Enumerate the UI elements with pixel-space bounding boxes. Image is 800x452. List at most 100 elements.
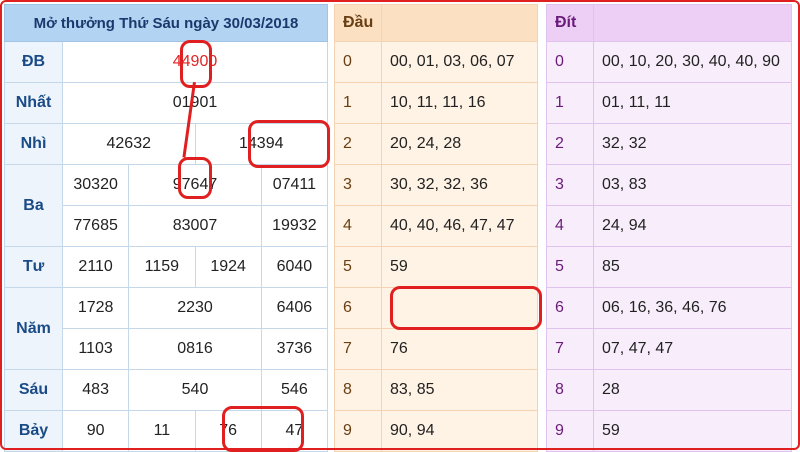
prize-value: 2110 xyxy=(61,246,130,288)
numbers: 90, 94 xyxy=(381,410,538,452)
prize-value: 11 xyxy=(128,410,196,452)
dit-row: 1 01, 11, 11 xyxy=(546,82,792,124)
numbers: 30, 32, 32, 36 xyxy=(381,164,538,206)
numbers: 00, 01, 03, 06, 07 xyxy=(381,41,538,83)
numbers: 03, 83 xyxy=(593,164,792,206)
dit-row: 5 85 xyxy=(546,246,792,288)
prize-label: Ba xyxy=(4,164,63,247)
numbers: 01, 11, 11 xyxy=(593,82,792,124)
dit-row: 3 03, 83 xyxy=(546,164,792,206)
prize-value: 47 xyxy=(260,410,329,452)
dau-header-blank xyxy=(381,4,538,42)
tail-digit: 7 xyxy=(546,328,594,370)
prize-value: 1728 xyxy=(61,287,130,329)
dau-row: 4 40, 40, 46, 47, 47 xyxy=(334,205,538,247)
dau-row: 2 20, 24, 28 xyxy=(334,123,538,165)
numbers: 59 xyxy=(593,410,792,452)
head-digit: 8 xyxy=(334,369,382,411)
prize-value: 30320 xyxy=(61,164,130,206)
prize-value: 2230 xyxy=(128,287,262,329)
prize-value: 07411 xyxy=(260,164,329,206)
tail-digit: 8 xyxy=(546,369,594,411)
dau-row: 0 00, 01, 03, 06, 07 xyxy=(334,41,538,83)
prize-value: 6040 xyxy=(260,246,329,288)
lottery-results-panel: Mở thưởng Thứ Sáu ngày 30/03/2018 ĐB 449… xyxy=(4,4,329,452)
head-digit: 2 xyxy=(334,123,382,165)
numbers: 20, 24, 28 xyxy=(381,123,538,165)
tail-digit: 4 xyxy=(546,205,594,247)
dit-row: 6 06, 16, 36, 46, 76 xyxy=(546,287,792,329)
tail-digit: 3 xyxy=(546,164,594,206)
prize-value: 546 xyxy=(260,369,329,411)
head-digit: 6 xyxy=(334,287,382,329)
prize-row-nhi: Nhì 42632 14394 xyxy=(4,123,328,165)
prize-value: 1924 xyxy=(194,246,262,288)
prize-value: 1159 xyxy=(128,246,196,288)
numbers: 07, 47, 47 xyxy=(593,328,792,370)
prize-value: 42632 xyxy=(62,123,196,165)
prize-value: 19932 xyxy=(260,205,329,247)
tail-digit: 2 xyxy=(546,123,594,165)
prize-row-nhat: Nhất 01901 xyxy=(4,82,328,124)
prize-value: 76 xyxy=(194,410,262,452)
prize-row-db: ĐB 44900 xyxy=(4,41,328,83)
lottery-results-table: Mở thưởng Thứ Sáu ngày 30/03/2018 ĐB 449… xyxy=(4,4,329,452)
dit-table: Đít 0 00, 10, 20, 30, 40, 40, 90 1 01, 11,… xyxy=(546,4,792,452)
head-digit: 0 xyxy=(334,41,382,83)
tail-digit: 9 xyxy=(546,410,594,452)
numbers: 83, 85 xyxy=(381,369,538,411)
prize-label: Năm xyxy=(4,287,63,370)
prize-row-sau: Sáu 483 540 546 xyxy=(4,369,329,411)
prize-label: ĐB xyxy=(4,41,63,83)
prize-row-bay: Bảy 90 11 76 47 xyxy=(4,410,329,452)
draw-title: Mở thưởng Thứ Sáu ngày 30/03/2018 xyxy=(4,4,328,42)
prize-value: 14394 xyxy=(194,123,328,165)
prize-value: 0816 xyxy=(128,328,262,370)
numbers: 59 xyxy=(381,246,538,288)
numbers: 10, 11, 11, 16 xyxy=(381,82,538,124)
prize-row-tu: Tư 2110 1159 1924 6040 xyxy=(4,246,329,288)
head-digit: 9 xyxy=(334,410,382,452)
dau-row: 8 83, 85 xyxy=(334,369,538,411)
dit-header: Đít xyxy=(546,4,594,42)
prize-value: 483 xyxy=(61,369,130,411)
prize-value: 97647 xyxy=(128,164,262,206)
tail-digit: 5 xyxy=(546,246,594,288)
dau-row: 6 xyxy=(334,287,538,329)
numbers: 28 xyxy=(593,369,792,411)
prize-value: 77685 xyxy=(61,205,130,247)
tail-digit: 0 xyxy=(546,41,594,83)
prize-value: 90 xyxy=(61,410,130,452)
dau-row: 5 59 xyxy=(334,246,538,288)
prize-value: 1103 xyxy=(61,328,130,370)
dau-table: Đầu 0 00, 01, 03, 06, 07 1 10, 11, 11, 16 … xyxy=(334,4,538,452)
tail-digit: 6 xyxy=(546,287,594,329)
dit-header-blank xyxy=(593,4,792,42)
dit-row: 2 32, 32 xyxy=(546,123,792,165)
dau-row: 7 76 xyxy=(334,328,538,370)
dit-row: 4 24, 94 xyxy=(546,205,792,247)
numbers: 24, 94 xyxy=(593,205,792,247)
dit-row: 8 28 xyxy=(546,369,792,411)
dit-row: 9 59 xyxy=(546,410,792,452)
numbers: 85 xyxy=(593,246,792,288)
numbers: 32, 32 xyxy=(593,123,792,165)
prize-label: Sáu xyxy=(4,369,63,411)
tail-digit: 1 xyxy=(546,82,594,124)
prize-value: 6406 xyxy=(260,287,329,329)
dit-panel: Đít 0 00, 10, 20, 30, 40, 40, 90 1 01, 11,… xyxy=(546,4,792,452)
numbers: 06, 16, 36, 46, 76 xyxy=(593,287,792,329)
prize-value: 83007 xyxy=(128,205,262,247)
head-digit: 1 xyxy=(334,82,382,124)
dit-row: 7 07, 47, 47 xyxy=(546,328,792,370)
prize-label: Nhì xyxy=(4,123,63,165)
numbers: 00, 10, 20, 30, 40, 40, 90 xyxy=(593,41,792,83)
numbers: 40, 40, 46, 47, 47 xyxy=(381,205,538,247)
prize-value: 3736 xyxy=(260,328,329,370)
dau-row: 3 30, 32, 32, 36 xyxy=(334,164,538,206)
dau-row: 9 90, 94 xyxy=(334,410,538,452)
dit-row: 0 00, 10, 20, 30, 40, 40, 90 xyxy=(546,41,792,83)
prize-row-nam: Năm 1728 2230 6406 xyxy=(4,287,329,370)
head-digit: 5 xyxy=(334,246,382,288)
prize-label: Nhất xyxy=(4,82,63,124)
